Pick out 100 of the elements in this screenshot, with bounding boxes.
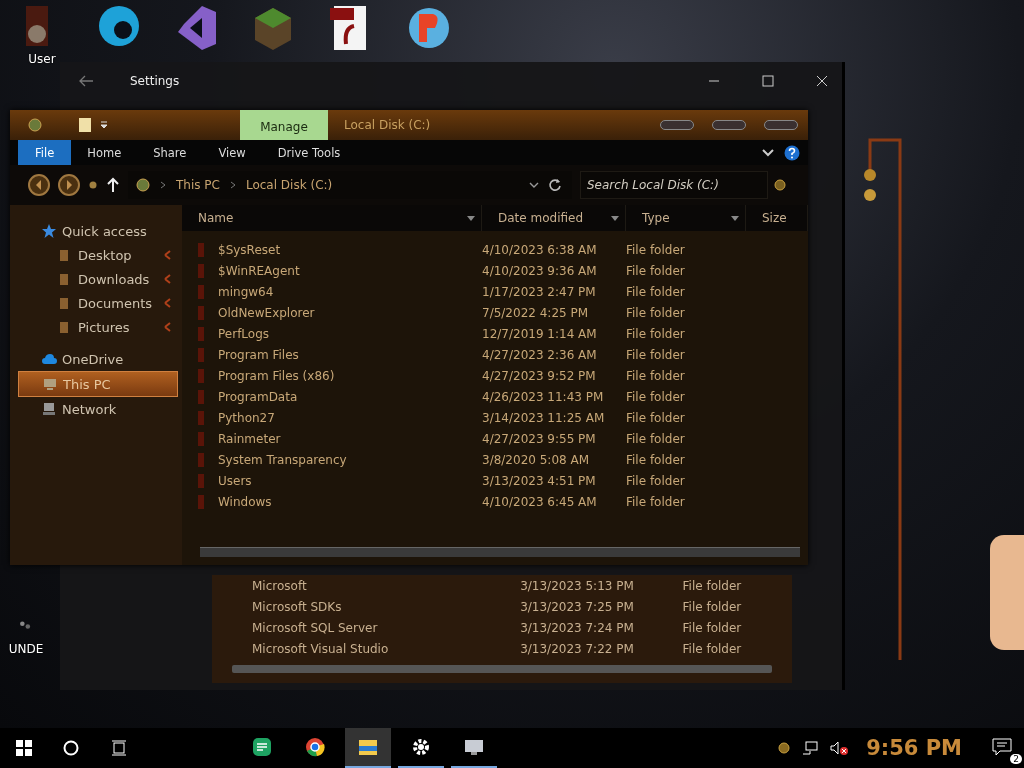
date-modified: 4/27/2023 2:36 AM <box>482 347 597 362</box>
ribbon-tab[interactable]: File <box>18 140 72 165</box>
manage-tab[interactable]: Manage <box>240 110 328 140</box>
nav-item[interactable]: Pictures <box>18 315 178 339</box>
date-modified: 4/10/2023 6:45 AM <box>482 494 597 509</box>
file-name: Rainmeter <box>218 431 281 446</box>
sort-caret-icon[interactable] <box>731 215 739 221</box>
file-type: File folder <box>626 263 685 278</box>
network-icon <box>42 402 57 416</box>
date-modified: 4/10/2023 9:36 AM <box>482 263 597 278</box>
file-type: File folder <box>626 431 685 446</box>
date-modified: 3/13/2023 5:13 PM <box>519 578 635 593</box>
file-name: Python27 <box>218 410 275 425</box>
date-modified: 4/10/2023 6:38 AM <box>482 242 597 257</box>
date-modified: 4/27/2023 9:52 PM <box>482 368 596 383</box>
breadcrumb[interactable]: This PC <box>176 178 220 192</box>
column-header[interactable]: Size <box>746 205 808 231</box>
nav-item[interactable]: This PC <box>18 371 178 397</box>
help-icon[interactable] <box>784 144 800 161</box>
file-name: mingw64 <box>218 284 274 299</box>
file-type: File folder <box>626 368 685 383</box>
back-button-icon[interactable] <box>28 174 50 196</box>
file-type: File folder <box>626 473 685 488</box>
up-arrow-icon[interactable] <box>106 177 120 193</box>
sort-caret-icon[interactable] <box>611 215 619 221</box>
maximize-button[interactable] <box>712 120 746 130</box>
file-name: $WinREAgent <box>218 263 300 278</box>
maximize-icon[interactable] <box>762 75 774 87</box>
globe-icon[interactable] <box>778 742 791 754</box>
date-modified: 3/14/2023 11:25 AM <box>482 410 605 425</box>
globe-icon[interactable] <box>28 118 42 132</box>
file-name: Microsoft SQL Server <box>251 620 379 635</box>
chevron-right-icon[interactable] <box>228 181 237 189</box>
file-name: PerfLogs <box>218 326 270 341</box>
icon-label: User <box>28 52 56 66</box>
taskbar-app[interactable] <box>345 728 391 768</box>
column-header[interactable]: Name <box>182 205 482 231</box>
horizontal-scrollbar[interactable] <box>232 665 772 673</box>
file-type: File folder <box>626 347 685 362</box>
nav-item[interactable]: Downloads <box>18 267 178 291</box>
refresh-icon[interactable] <box>548 178 562 192</box>
file-type: File folder <box>626 452 685 467</box>
file-type: File folder <box>682 641 743 656</box>
chevron-right-icon[interactable] <box>159 181 167 189</box>
close-icon[interactable] <box>816 75 828 87</box>
date-modified: 3/13/2023 7:24 PM <box>519 620 635 635</box>
date-modified: 3/13/2023 4:51 PM <box>482 473 596 488</box>
file-type: File folder <box>626 389 685 404</box>
date-modified: 3/13/2023 7:25 PM <box>519 599 635 614</box>
ribbon-tab[interactable]: Home <box>71 140 138 165</box>
star-icon <box>42 224 57 238</box>
date-modified: 1/17/2023 2:47 PM <box>482 284 596 299</box>
file-type: File folder <box>682 599 743 614</box>
nav-item[interactable]: Documents <box>18 291 178 315</box>
task-view-icon[interactable] <box>111 740 127 756</box>
network-icon[interactable] <box>802 741 819 755</box>
ribbon-tab[interactable]: View <box>202 140 262 165</box>
file-name: Microsoft Visual Studio <box>251 641 390 656</box>
file-type: File folder <box>626 494 685 509</box>
monitor-icon <box>464 737 484 757</box>
nav-item[interactable]: Network <box>18 397 178 421</box>
file-name: Microsoft <box>251 578 308 593</box>
ribbon-tab[interactable]: Share <box>137 140 203 165</box>
minimize-button[interactable] <box>660 120 694 130</box>
dropdown-icon[interactable] <box>529 182 539 188</box>
file-type: File folder <box>626 242 685 257</box>
file-name: OldNewExplorer <box>218 305 315 320</box>
file-type: File folder <box>682 620 743 635</box>
back-arrow-icon[interactable] <box>78 75 94 87</box>
breadcrumb[interactable]: Local Disk (C:) <box>245 178 333 192</box>
file-name: Windows <box>218 494 272 509</box>
file-name: System Transparency <box>218 452 347 467</box>
date-modified: 7/5/2022 4:25 PM <box>482 305 589 320</box>
date-modified: 3/8/2020 5:08 AM <box>482 452 590 467</box>
date-modified: 4/26/2023 11:43 PM <box>482 389 604 404</box>
icon-label: UNDE <box>8 642 44 656</box>
column-header[interactable]: Type <box>626 205 746 231</box>
windows-logo-icon[interactable] <box>16 740 32 756</box>
file-type: File folder <box>626 410 685 425</box>
speaker-muted-icon[interactable] <box>830 741 849 755</box>
file-name: Users <box>218 473 252 488</box>
file-name: Microsoft SDKs <box>251 599 343 614</box>
window-title: Settings <box>130 74 180 88</box>
sort-caret-icon[interactable] <box>467 215 475 221</box>
chevron-down-icon[interactable] <box>762 148 774 157</box>
close-button[interactable] <box>764 120 798 130</box>
nav-item[interactable]: Quick access <box>18 219 178 243</box>
cloud-icon <box>42 352 57 366</box>
clock[interactable]: 9:56 PM <box>866 736 962 760</box>
column-header[interactable]: Date modified <box>482 205 626 231</box>
notification-icon[interactable] <box>992 738 1012 756</box>
search-field[interactable]: Search Local Disk (C:) <box>580 171 768 199</box>
nav-item[interactable]: Desktop <box>18 243 178 267</box>
ribbon-tab[interactable]: Drive Tools <box>261 140 357 165</box>
horizontal-scrollbar[interactable] <box>200 547 800 557</box>
forward-button-icon[interactable] <box>58 174 80 196</box>
caret-icon[interactable] <box>100 120 108 130</box>
window-title: Local Disk (C:) <box>344 118 431 132</box>
file-type: File folder <box>682 578 743 593</box>
nav-item[interactable]: OneDrive <box>18 347 178 371</box>
